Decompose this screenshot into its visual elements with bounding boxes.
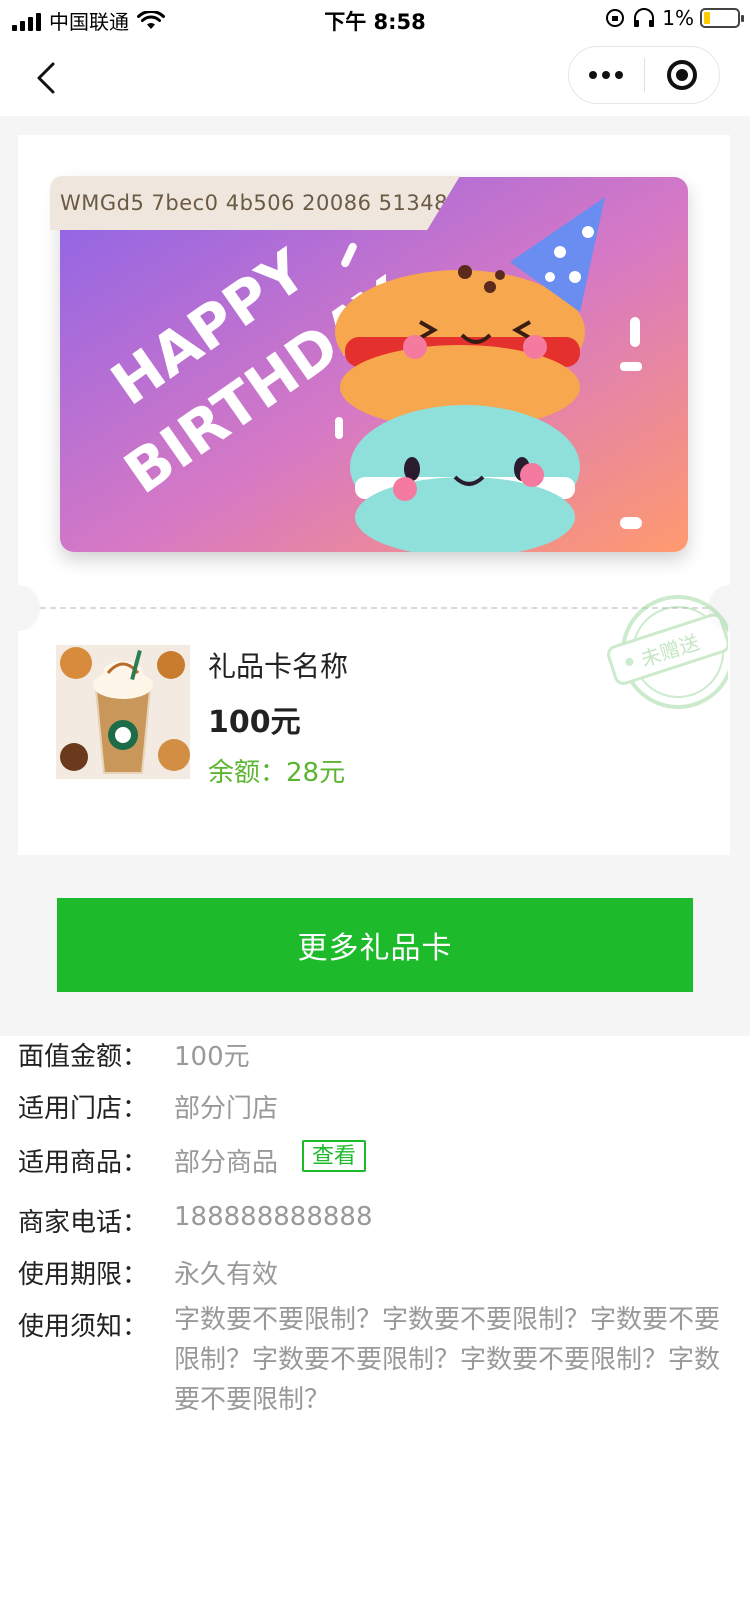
target-icon bbox=[666, 60, 697, 90]
mini-program-capsule bbox=[568, 46, 720, 104]
notice-text: 字数要不要限制？字数要不要限制？字数要不要限制？字数要不要限制？字数要不要限制？… bbox=[174, 1305, 721, 1415]
face-value-value: 100元 bbox=[174, 1042, 250, 1072]
stores-value: 部分门店 bbox=[174, 1094, 279, 1124]
gift-card-value: 100元 bbox=[208, 705, 301, 740]
gift-card-image: HAPPY BIRTHDAY bbox=[60, 177, 688, 552]
card-code-tag: WMGd5 7bec0 4b506 20086 51348 bbox=[50, 176, 460, 230]
headphones-icon bbox=[634, 8, 655, 27]
birthday-artwork: HAPPY BIRTHDAY bbox=[60, 177, 688, 552]
phone-label: 商家电话： bbox=[18, 1208, 149, 1238]
battery-percent: 1% bbox=[662, 6, 694, 30]
more-gift-cards-button[interactable]: 更多礼品卡 bbox=[57, 898, 693, 992]
more-icon bbox=[589, 71, 598, 79]
back-icon bbox=[37, 62, 55, 94]
status-bar: 中国联通 下午 8:58 1% bbox=[0, 0, 750, 40]
stores-label: 适用门店： bbox=[18, 1094, 149, 1124]
status-right: 1% bbox=[604, 6, 744, 30]
products-value: 部分商品 bbox=[174, 1148, 279, 1178]
gift-card-panel: HAPPY BIRTHDAY WMGd5 7bec0 4b506 20086 5… bbox=[0, 135, 750, 855]
close-mini-program-button[interactable] bbox=[645, 46, 720, 104]
validity-label: 使用期限： bbox=[18, 1260, 149, 1290]
face-value-label: 面值金额： bbox=[18, 1042, 149, 1072]
ticket-notch-left bbox=[0, 585, 40, 631]
validity-value: 永久有效 bbox=[174, 1260, 279, 1290]
notice-label: 使用须知： bbox=[18, 1312, 149, 1342]
not-gifted-stamp: 未赠送 bbox=[606, 595, 728, 709]
back-button[interactable] bbox=[22, 54, 70, 102]
products-label: 适用商品： bbox=[18, 1148, 149, 1178]
product-thumbnail bbox=[56, 645, 190, 779]
gift-card-balance: 余额：28元 bbox=[208, 758, 346, 788]
view-products-link[interactable]: 查看 bbox=[302, 1140, 367, 1172]
gift-card-name: 礼品卡名称 bbox=[208, 650, 349, 683]
more-button[interactable] bbox=[569, 46, 644, 104]
rotation-lock-icon bbox=[606, 9, 625, 27]
nav-bar bbox=[0, 40, 750, 116]
battery-icon bbox=[700, 8, 744, 28]
phone-value[interactable]: 188888888888 bbox=[174, 1202, 373, 1232]
